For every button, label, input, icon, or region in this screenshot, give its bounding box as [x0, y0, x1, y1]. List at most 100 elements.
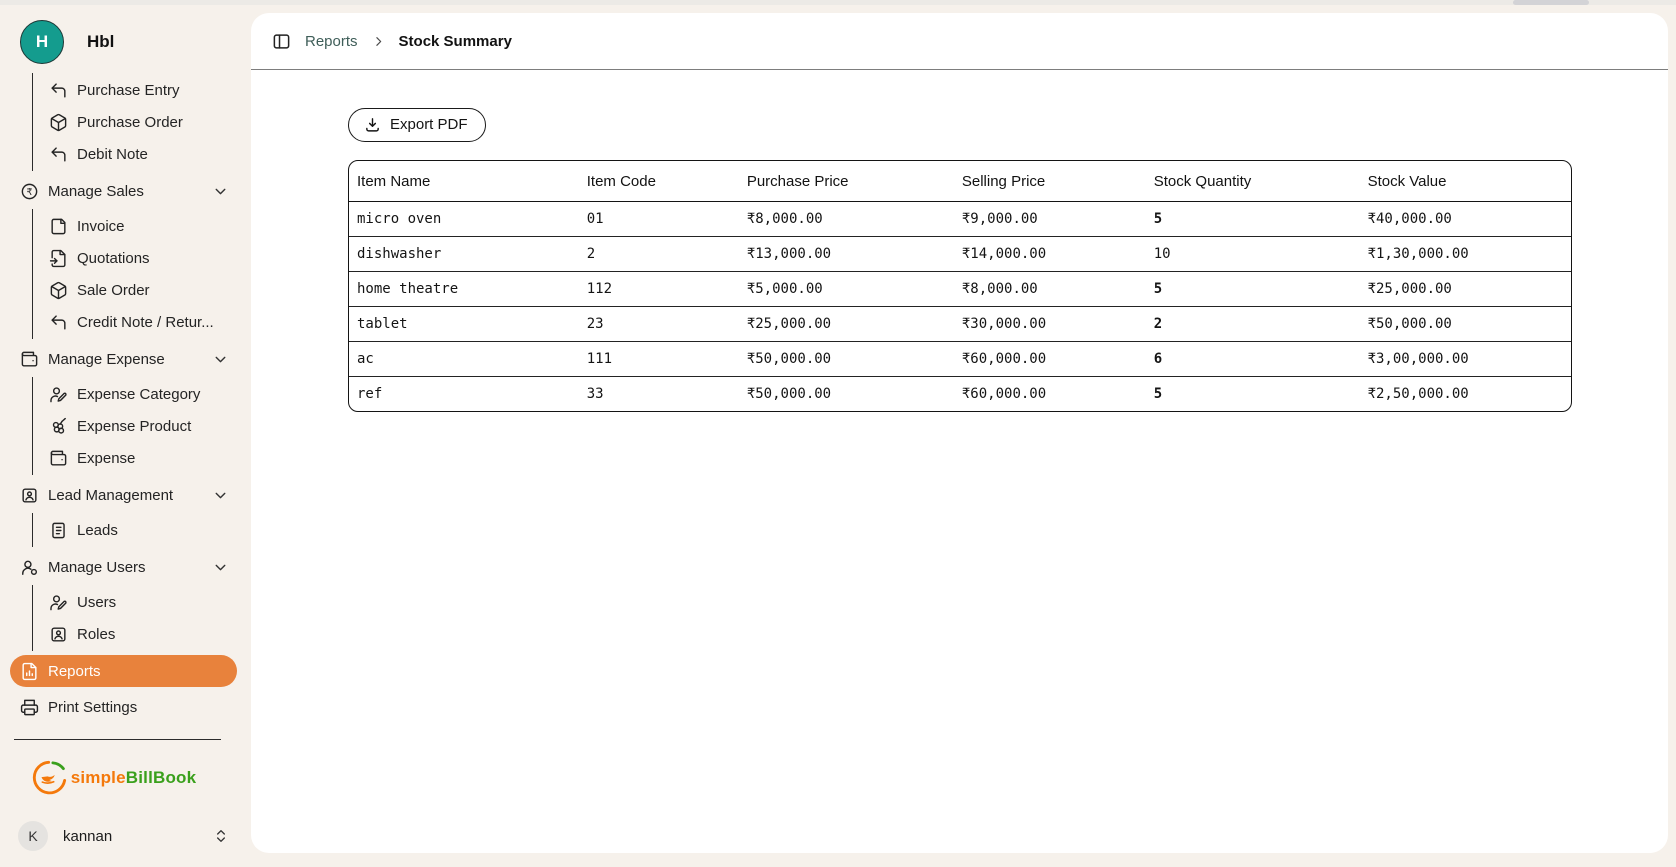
sidebar-subgroup: Purchase EntryPurchase OrderDebit Note	[32, 73, 237, 171]
corner-up-left-icon	[49, 81, 68, 100]
report-content: Export PDF Item NameItem CodePurchase Pr…	[251, 70, 1668, 412]
sidebar-item-users[interactable]: Users	[33, 586, 237, 618]
chevron-right-icon	[372, 35, 385, 48]
user-name: kannan	[63, 828, 112, 845]
breadcrumb: Reports Stock Summary	[251, 13, 1668, 70]
chevron-down-icon[interactable]	[212, 351, 229, 368]
panel-left-toggle-icon[interactable]	[272, 32, 291, 51]
cell-purchase-price: ₹5,000.00	[739, 272, 954, 307]
sidebar-item-label: Expense Category	[77, 386, 200, 403]
file-chart-icon	[20, 662, 39, 681]
sidebar-item-purchase-order[interactable]: Purchase Order	[33, 106, 237, 138]
sidebar-item-quotations[interactable]: Quotations	[33, 242, 237, 274]
sidebar-subgroup: Leads	[32, 513, 237, 547]
chevron-down-icon[interactable]	[212, 183, 229, 200]
table-row-tablet: tablet23₹25,000.00₹30,000.002₹50,000.00	[349, 307, 1571, 342]
sidebar-item-label: Print Settings	[48, 699, 137, 716]
cell-item-code: 112	[579, 272, 739, 307]
sidebar-item-label: Expense Product	[77, 418, 191, 435]
printer-icon	[20, 698, 39, 717]
svg-text:₹: ₹	[26, 186, 32, 197]
corner-up-left-icon	[49, 313, 68, 332]
brand-logo: simpleBillBook	[10, 759, 237, 796]
cell-selling-price: ₹60,000.00	[954, 377, 1146, 411]
cell-selling-price: ₹30,000.00	[954, 307, 1146, 342]
cell-stock-value: ₹50,000.00	[1360, 307, 1571, 342]
sidebar-item-print-settings[interactable]: Print Settings	[10, 691, 237, 723]
sidebar-item-label: Sale Order	[77, 282, 150, 299]
breadcrumb-page: Stock Summary	[399, 33, 512, 50]
cell-item-name: micro oven	[349, 202, 579, 237]
id-card-icon	[49, 625, 68, 644]
chevrons-up-down-icon	[213, 828, 229, 844]
sidebar-item-manage-expense[interactable]: Manage Expense	[10, 343, 237, 375]
cell-stock-quantity: 10	[1146, 237, 1360, 272]
chevron-down-icon[interactable]	[212, 559, 229, 576]
cell-stock-quantity: 5	[1146, 377, 1360, 411]
cell-stock-quantity: 5	[1146, 272, 1360, 307]
user-menu[interactable]: K kannan	[10, 817, 237, 855]
sidebar-item-roles[interactable]: Roles	[33, 618, 237, 650]
sidebar-item-sale-order[interactable]: Sale Order	[33, 274, 237, 306]
sidebar-item-manage-users[interactable]: Manage Users	[10, 551, 237, 583]
cell-item-code: 33	[579, 377, 739, 411]
sidebar-item-expense[interactable]: Expense	[33, 442, 237, 474]
sidebar-item-credit-note-retur[interactable]: Credit Note / Retur...	[33, 306, 237, 338]
cell-stock-value: ₹40,000.00	[1360, 202, 1571, 237]
user-avatar: K	[18, 821, 48, 851]
download-icon	[364, 116, 381, 133]
sidebar-item-invoice[interactable]: Invoice	[33, 210, 237, 242]
sidebar-item-label: Manage Expense	[48, 351, 165, 368]
cell-purchase-price: ₹50,000.00	[739, 377, 954, 411]
top-scrollbar-thumb[interactable]	[1513, 0, 1589, 5]
user-initial: K	[28, 828, 37, 844]
grapes-icon	[49, 417, 68, 436]
workspace-avatar: H	[20, 20, 64, 64]
sidebar-item-label: Users	[77, 594, 116, 611]
export-pdf-button[interactable]: Export PDF	[348, 108, 486, 142]
stock-summary-table: Item NameItem CodePurchase PriceSelling …	[348, 160, 1572, 412]
cell-purchase-price: ₹13,000.00	[739, 237, 954, 272]
sidebar-subgroup: Users Roles	[32, 585, 237, 651]
cell-item-name: ac	[349, 342, 579, 377]
sidebar-item-label: Quotations	[77, 250, 150, 267]
workspace-initial: H	[36, 32, 48, 52]
sidebar-item-label: Manage Sales	[48, 183, 144, 200]
id-card-icon	[20, 486, 39, 505]
cell-item-code: 23	[579, 307, 739, 342]
sidebar-item-expense-category[interactable]: Expense Category	[33, 378, 237, 410]
notebook-icon	[49, 521, 68, 540]
table-row-ac: ac111₹50,000.00₹60,000.006₹3,00,000.00	[349, 342, 1571, 377]
sidebar-item-lead-management[interactable]: Lead Management	[10, 479, 237, 511]
breadcrumb-section[interactable]: Reports	[305, 33, 358, 50]
sidebar-item-label: Expense	[77, 450, 135, 467]
sidebar-item-label: Lead Management	[48, 487, 173, 504]
cell-stock-value: ₹3,00,000.00	[1360, 342, 1571, 377]
column-header-stock-value: Stock Value	[1360, 161, 1571, 202]
package-icon	[49, 281, 68, 300]
cell-item-name: ref	[349, 377, 579, 411]
sidebar-item-reports[interactable]: Reports	[10, 655, 237, 687]
cell-item-code: 2	[579, 237, 739, 272]
sidebar-item-debit-note[interactable]: Debit Note	[33, 138, 237, 170]
table-row-home-theatre: home theatre112₹5,000.00₹8,000.005₹25,00…	[349, 272, 1571, 307]
brand-logo-icon	[31, 759, 68, 796]
sidebar-item-manage-sales[interactable]: ₹ Manage Sales	[10, 175, 237, 207]
sidebar-item-leads[interactable]: Leads	[33, 514, 237, 546]
cell-stock-quantity: 2	[1146, 307, 1360, 342]
file-input-icon	[49, 249, 68, 268]
sticky-note-icon	[49, 217, 68, 236]
cell-purchase-price: ₹50,000.00	[739, 342, 954, 377]
workspace-header[interactable]: H Hbl	[10, 20, 237, 64]
wallet-icon	[49, 449, 68, 468]
cell-purchase-price: ₹25,000.00	[739, 307, 954, 342]
cell-selling-price: ₹60,000.00	[954, 342, 1146, 377]
cell-item-name: dishwasher	[349, 237, 579, 272]
sidebar-item-expense-product[interactable]: Expense Product	[33, 410, 237, 442]
cell-stock-quantity: 5	[1146, 202, 1360, 237]
sidebar-item-purchase-entry[interactable]: Purchase Entry	[33, 74, 237, 106]
chevron-down-icon[interactable]	[212, 487, 229, 504]
cell-stock-value: ₹2,50,000.00	[1360, 377, 1571, 411]
column-header-item-code: Item Code	[579, 161, 739, 202]
sidebar-menu: Purchase EntryPurchase OrderDebit Note ₹ M…	[10, 73, 237, 723]
